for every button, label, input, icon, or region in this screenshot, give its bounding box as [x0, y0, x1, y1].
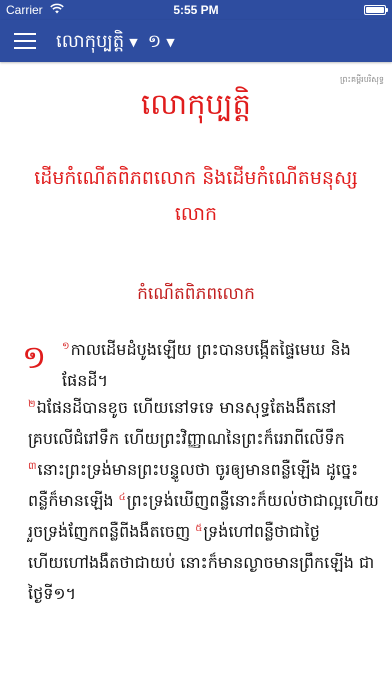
- battery-icon: [364, 5, 388, 15]
- verse-paragraph: ១កាលដើមដំបូងឡើយ ព្រះបានបង្កើតផ្ទៃមេឃ និង…: [62, 334, 378, 396]
- navigation-bar: លោកុប្បត្តិ ▼ ១ ▼: [0, 20, 392, 62]
- verse-number: ២: [28, 398, 36, 410]
- chapter-selector-label: ១: [147, 30, 162, 52]
- verse-number: ៣: [28, 460, 37, 472]
- status-bar: Carrier 5:55 PM: [0, 0, 392, 20]
- book-title: លោកុប្បត្តិ: [141, 87, 251, 121]
- verse-number: ៥: [195, 522, 203, 534]
- verse-text: កាលដើមដំបូងឡើយ ព្រះបានបង្កើតផ្ទៃមេឃ និងផ…: [62, 340, 351, 390]
- chapter-selector[interactable]: ១: [148, 29, 162, 56]
- sub-heading: កំណើតពិភពលោក: [137, 284, 255, 304]
- book-selector[interactable]: លោកុប្បត្តិ: [56, 29, 124, 56]
- verse-text: ឯផែនដីបានខូច ហើយនៅទទេ មានសុទ្ធតែងងឹតនៅគ្…: [28, 398, 345, 448]
- verse-number: ៤: [118, 491, 126, 503]
- verse-paragraph: ២ឯផែនដីបានខូច ហើយនៅទទេ មានសុទ្ធតែងងឹតនៅគ…: [28, 392, 380, 609]
- book-selector-label: លោកុប្បត្តិ: [56, 30, 125, 52]
- nav-title: លោកុប្បត្តិ ▼ ១ ▼: [56, 28, 185, 56]
- section-heading: ដើមកំណើតពិភពលោក និងដើមកំណើតមនុស្សលោក: [34, 167, 358, 225]
- reading-pane[interactable]: ព្រះគម្ពីរបរិសុទ្ធ លោកុប្បត្តិ ដើមកំណើតព…: [0, 62, 392, 696]
- chapter-dropdown-chevron-icon[interactable]: ▼: [166, 36, 174, 49]
- hamburger-menu-icon[interactable]: [14, 29, 40, 53]
- book-dropdown-chevron-icon[interactable]: ▼: [129, 36, 137, 49]
- verse-number: ១: [62, 340, 70, 352]
- status-time: 5:55 PM: [173, 3, 219, 17]
- chapter-number: ១: [22, 338, 47, 376]
